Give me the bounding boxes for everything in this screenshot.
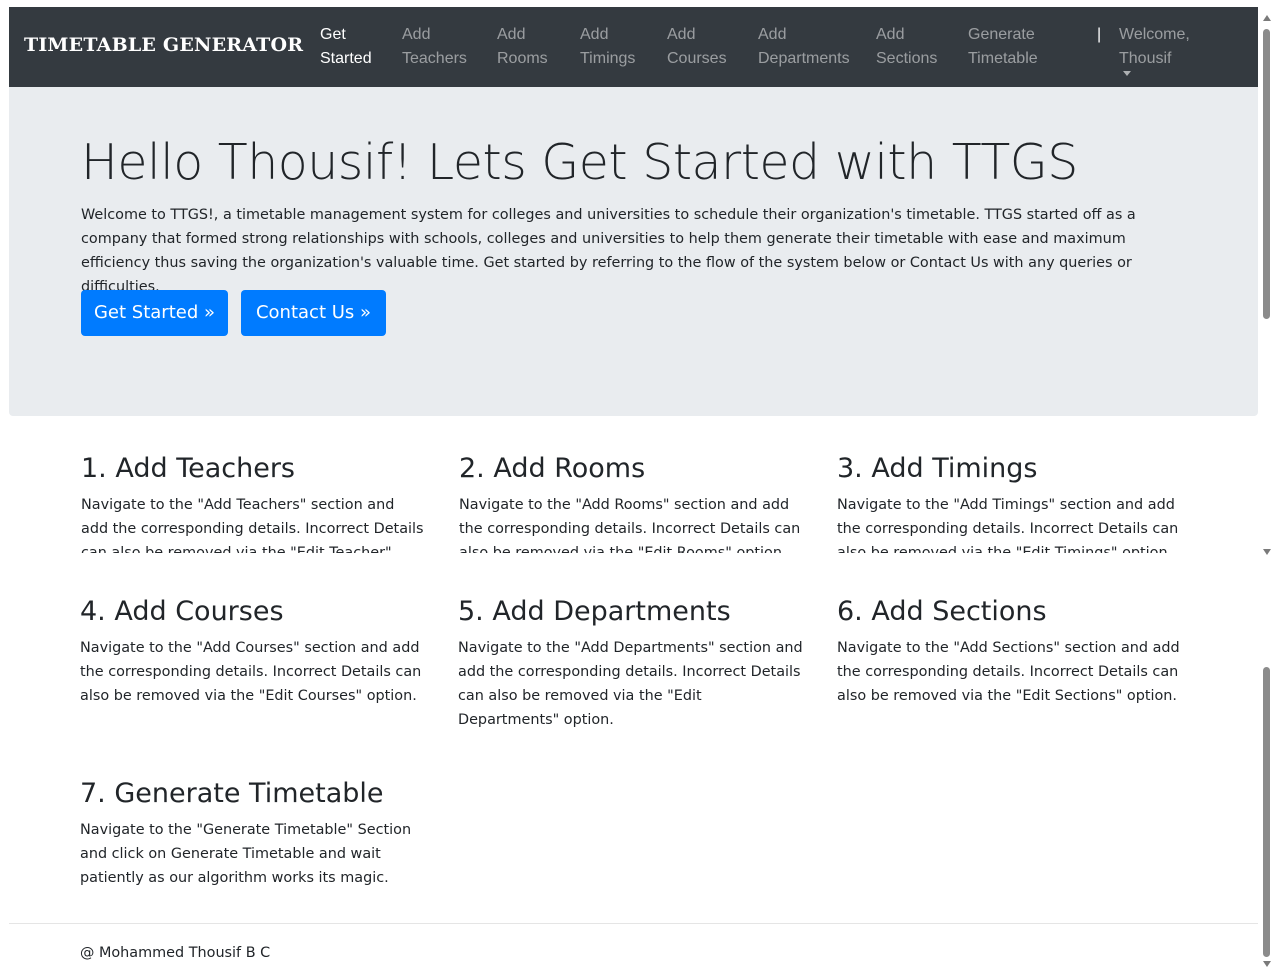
hero-jumbotron: Hello Thousif! Lets Get Started with TTG…	[9, 87, 1258, 416]
scrollbar-inner-thumb[interactable]	[1263, 667, 1270, 957]
contact-us-button[interactable]: Contact Us »	[241, 290, 386, 336]
nav-add-rooms[interactable]: Add Rooms	[497, 23, 548, 71]
footer-divider	[9, 923, 1258, 924]
step-title: 4. Add Courses	[80, 596, 284, 627]
step-title: 2. Add Rooms	[459, 453, 646, 484]
nav-add-departments-line1: Add	[758, 26, 787, 43]
hero-description: Welcome to TTGS!, a timetable management…	[81, 207, 1136, 295]
nav-add-rooms-line2: Rooms	[497, 50, 548, 67]
nav-add-courses-line1: Add	[667, 26, 696, 43]
step-card-add-rooms: 2. Add Rooms Navigate to the "Add Rooms"…	[459, 451, 804, 553]
scroll-down-arrow-bottom-icon[interactable]	[1263, 961, 1271, 967]
scrollbar-outer[interactable]	[1259, 7, 1275, 972]
footer-text: @ Mohammed Thousif B C	[80, 945, 271, 961]
step-card-add-timings: 3. Add Timings Navigate to the "Add Timi…	[837, 451, 1182, 553]
nav-add-timings[interactable]: Add Timings	[580, 23, 635, 71]
nav-add-rooms-line1: Add	[497, 26, 526, 43]
step-card-add-courses: 4. Add Courses Navigate to the "Add Cour…	[80, 594, 425, 708]
step-card-add-teachers: 1. Add Teachers Navigate to the "Add Tea…	[81, 451, 426, 553]
nav-get-started[interactable]: Get Started	[320, 23, 372, 71]
nav-add-departments-line2: Departments	[758, 50, 850, 67]
user-dropdown-line1: Welcome,	[1119, 26, 1190, 43]
step-card-add-departments: 5. Add Departments Navigate to the "Add …	[458, 594, 803, 732]
nav-add-teachers-line2: Teachers	[402, 50, 467, 67]
user-name: Thousif	[1119, 50, 1172, 67]
step-title: 3. Add Timings	[837, 453, 1038, 484]
step-description: Navigate to the "Add Rooms" section and …	[459, 497, 801, 553]
nav-add-sections[interactable]: Add Sections	[876, 23, 937, 71]
nav-add-teachers-line1: Add	[402, 26, 431, 43]
user-dropdown[interactable]: Welcome, Thousif	[1119, 23, 1190, 76]
step-description: Navigate to the "Add Courses" section an…	[80, 640, 422, 704]
caret-down-icon	[1123, 71, 1131, 76]
navbar: TIMETABLE GENERATOR Get Started Add Teac…	[9, 7, 1258, 87]
nav-add-timings-line2: Timings	[580, 50, 636, 67]
step-title: 1. Add Teachers	[81, 453, 295, 484]
nav-get-started-line2: Started	[320, 50, 372, 67]
step-card-generate-timetable: 7. Generate Timetable Navigate to the "G…	[80, 776, 425, 890]
nav-generate-timetable-line2: Timetable	[968, 50, 1038, 67]
user-dropdown-line2: Thousif	[1119, 47, 1190, 76]
navbar-brand[interactable]: TIMETABLE GENERATOR	[24, 34, 303, 56]
nav-generate-timetable-line1: Generate	[968, 26, 1035, 43]
step-card-add-sections: 6. Add Sections Navigate to the "Add Sec…	[837, 594, 1182, 708]
get-started-button[interactable]: Get Started »	[81, 290, 228, 336]
step-description: Navigate to the "Add Timings" section an…	[837, 497, 1179, 553]
nav-add-courses-line2: Courses	[667, 50, 727, 67]
nav-separator: |	[1097, 26, 1102, 43]
nav-add-sections-line1: Add	[876, 26, 905, 43]
scroll-down-arrow-icon[interactable]	[1263, 549, 1271, 555]
step-title: 7. Generate Timetable	[80, 778, 384, 809]
page: TIMETABLE GENERATOR Get Started Add Teac…	[0, 0, 1279, 972]
nav-add-teachers[interactable]: Add Teachers	[402, 23, 467, 71]
step-description: Navigate to the "Add Teachers" section a…	[81, 497, 424, 553]
scrollbar-outer-thumb[interactable]	[1263, 29, 1270, 319]
step-title: 6. Add Sections	[837, 596, 1047, 627]
step-title: 5. Add Departments	[458, 596, 731, 627]
nav-add-timings-line1: Add	[580, 26, 609, 43]
hero-title: Hello Thousif! Lets Get Started with TTG…	[81, 134, 1078, 191]
nav-add-courses[interactable]: Add Courses	[667, 23, 727, 71]
nav-add-departments[interactable]: Add Departments	[758, 23, 850, 71]
nav-get-started-line1: Get	[320, 26, 346, 43]
nav-add-sections-line2: Sections	[876, 50, 938, 67]
step-description: Navigate to the "Add Departments" sectio…	[458, 640, 803, 728]
nav-generate-timetable[interactable]: Generate Timetable	[968, 23, 1038, 71]
step-description: Navigate to the "Generate Timetable" Sec…	[80, 822, 412, 886]
scroll-up-arrow-icon[interactable]	[1263, 15, 1271, 21]
step-description: Navigate to the "Add Sections" section a…	[837, 640, 1180, 704]
